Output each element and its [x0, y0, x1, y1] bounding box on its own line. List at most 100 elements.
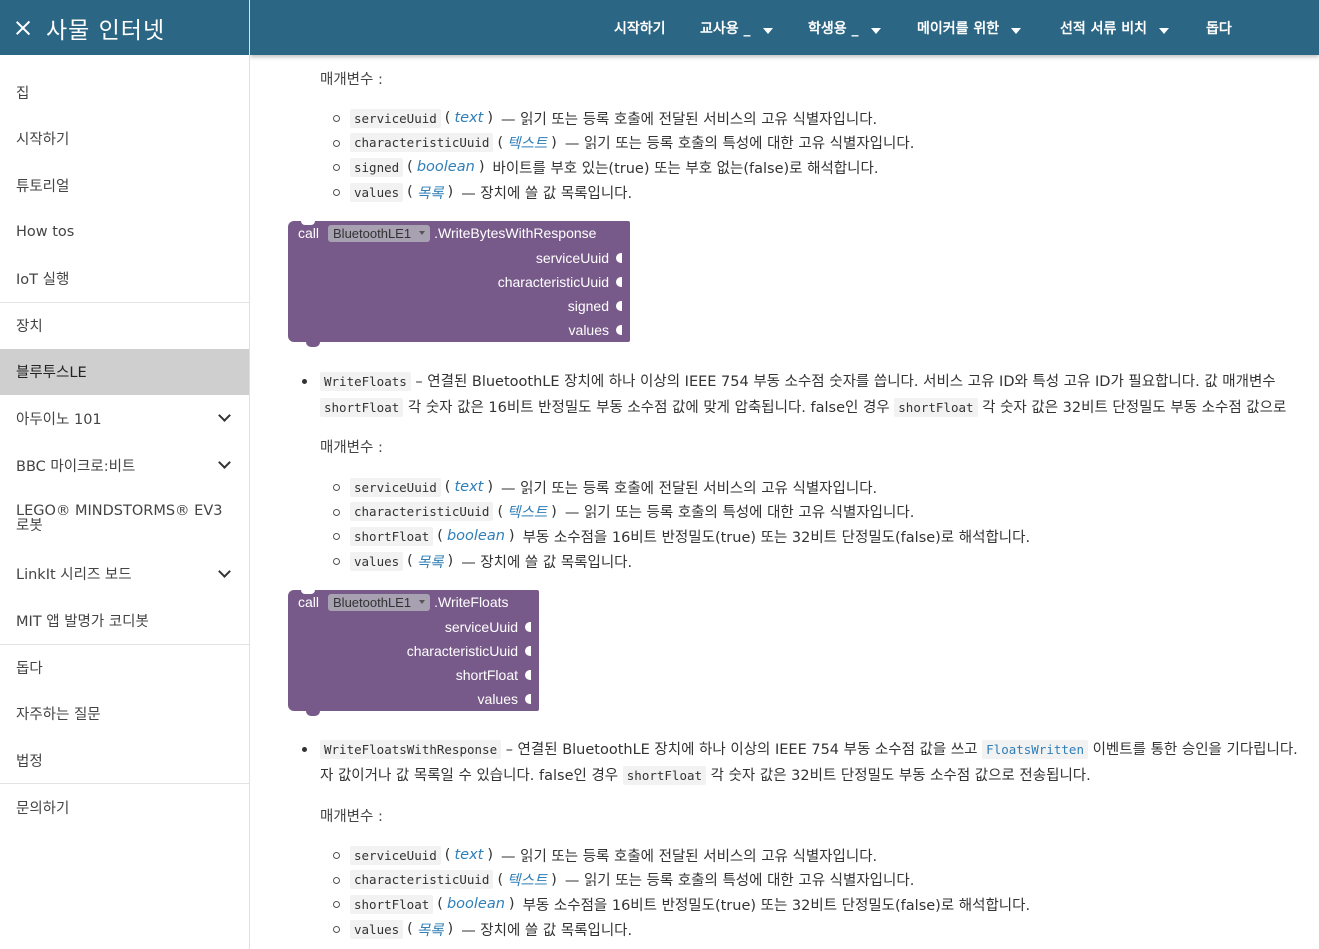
block-socket[interactable]: characteristicUuid: [498, 270, 622, 294]
sidebar-item-faq[interactable]: 자주하는 질문: [0, 690, 249, 737]
param-type-link[interactable]: 목록: [417, 551, 444, 572]
sidebar-item-label: How tos: [16, 224, 75, 241]
event-link[interactable]: FloatsWritten: [982, 740, 1088, 759]
nav-label: 메이커를 위한: [917, 20, 1000, 37]
nav-help[interactable]: 돕다: [1206, 0, 1232, 55]
param-type-link[interactable]: 목록: [417, 182, 444, 203]
method-text: – 연결된 BluetoothLE 장치에 하나 이상의 IEEE 754 부동…: [505, 742, 978, 758]
sidebar-item-legal[interactable]: 법정: [0, 737, 249, 784]
block-call-label: call: [298, 225, 320, 241]
socket-label: characteristicUuid: [406, 643, 518, 659]
sidebar-item-tutorials[interactable]: 튜토리얼: [0, 162, 249, 209]
param-type-link[interactable]: text: [454, 847, 483, 863]
nav-students-dropdown[interactable]: 학생용 _: [808, 0, 881, 55]
block-socket[interactable]: values: [478, 687, 531, 711]
chevron-down-icon[interactable]: [218, 409, 231, 423]
sidebar-item-bluetoothle[interactable]: 블루투스LE: [0, 348, 249, 396]
sidebar-item-microbit[interactable]: BBC 마이크로:비트: [0, 442, 249, 489]
param-item: serviceUuid(text) — 읽기 또는 등록 호출에 전달된 서비스의…: [330, 106, 914, 131]
sidebar-item-ev3[interactable]: LEGO® MINDSTORMS® EV3 로봇: [0, 488, 249, 550]
socket-label: serviceUuid: [444, 619, 518, 635]
chevron-down-icon[interactable]: [218, 456, 231, 469]
chevron-down-icon[interactable]: [218, 564, 231, 578]
block-socket[interactable]: shortFloat: [456, 663, 531, 687]
method-item-write-floats-with-response: WriteFloatsWithResponse – 연결된 BluetoothL…: [300, 737, 1319, 789]
param-item: values(목록) — 장치에 쓸 값 목록입니다.: [330, 180, 914, 205]
sidebar-item-label: LinkIt 시리즈 보드: [16, 567, 132, 584]
params-heading: 매개변수 :: [320, 440, 383, 456]
caret-down-icon: [870, 27, 881, 34]
param-desc: — 읽기 또는 등록 호출에 전달된 서비스의 고유 식별자입니다.: [501, 111, 878, 128]
param-type-link[interactable]: 목록: [417, 919, 444, 940]
component-dropdown[interactable]: BluetoothLE1: [328, 224, 431, 242]
method-code: WriteFloatsWithResponse: [320, 740, 502, 759]
param-type-link[interactable]: boolean: [417, 159, 475, 175]
param-code: values: [350, 182, 404, 202]
param-type-link[interactable]: boolean: [447, 896, 505, 912]
sidebar-item-label: MIT 앱 발명가 코디봇: [16, 613, 149, 630]
param-type-link[interactable]: text: [454, 110, 483, 126]
sidebar-item-iot-in-action[interactable]: IoT 실행: [0, 255, 249, 302]
socket-label: signed: [567, 298, 609, 314]
close-icon[interactable]: [15, 20, 31, 36]
component-dropdown[interactable]: BluetoothLE1: [328, 593, 431, 611]
block-socket[interactable]: serviceUuid: [536, 246, 622, 270]
param-item: shortFloat(boolean) 부동 소수점을 16비트 반정밀도(tru…: [330, 524, 1030, 549]
sidebar-item-codi-bot[interactable]: MIT 앱 발명가 코디봇: [0, 597, 249, 644]
block-method-label: .WriteFloats: [434, 594, 509, 610]
nav-teachers-dropdown[interactable]: 교사용 _: [700, 0, 773, 55]
param-type-link[interactable]: 텍스트: [507, 869, 547, 890]
sidebar-item-linkit[interactable]: LinkIt 시리즈 보드: [0, 550, 249, 597]
socket-notch: [525, 670, 531, 680]
top-nav-bar: 시작하기 교사용 _ 학생용 _ 메이커를 위한 선적 서류 비치 돕다: [250, 0, 1319, 55]
param-code: shortFloat: [350, 894, 434, 914]
param-desc: — 읽기 또는 등록 호출의 특성에 대한 고유 식별자입니다.: [564, 505, 915, 522]
param-desc: 부동 소수점을 16비트 반정밀도(true) 또는 32비트 단정밀도(fal…: [522, 529, 1031, 546]
sidebar-title: 사물 인터넷: [46, 17, 166, 44]
block-socket[interactable]: serviceUuid: [445, 615, 531, 639]
param-code: serviceUuid: [350, 477, 441, 497]
socket-label: characteristicUuid: [497, 274, 609, 290]
param-list: serviceUuid(text) — 읽기 또는 등록 호출에 전달된 서비스의…: [330, 106, 914, 204]
method-code: shortFloat: [320, 398, 404, 417]
param-item: characteristicUuid(텍스트) — 읽기 또는 등록 호출의 특성…: [330, 500, 1030, 525]
sidebar-item-getting-started[interactable]: 시작하기: [0, 116, 249, 163]
param-item: values(목록) — 장치에 쓸 값 목록입니다.: [330, 549, 1030, 574]
param-item: values(목록) — 장치에 쓸 값 목록입니다.: [330, 917, 1030, 942]
sidebar-item-help[interactable]: 돕다: [0, 643, 249, 691]
sidebar-item-devices[interactable]: 장치: [0, 301, 249, 349]
caret-down-icon: [1011, 27, 1022, 34]
socket-notch: [616, 325, 622, 335]
socket-notch: [525, 694, 531, 704]
block-write-floats[interactable]: call BluetoothLE1 .WriteFloats serviceUu…: [288, 589, 539, 716]
sidebar-item-label: 법정: [16, 753, 43, 770]
param-type-link[interactable]: text: [454, 479, 483, 495]
method-line: 자 값이거나 값 목록일 수 있습니다. false인 경우 shortFloa…: [300, 763, 1319, 789]
param-type-link[interactable]: 텍스트: [507, 132, 547, 153]
caret-down-icon: [762, 27, 773, 34]
block-socket[interactable]: characteristicUuid: [407, 639, 531, 663]
block-header: call BluetoothLE1 .WriteFloats: [298, 593, 509, 611]
method-code: shortFloat: [622, 766, 707, 785]
nav-getting-started[interactable]: 시작하기: [614, 0, 666, 55]
param-code: signed: [350, 157, 404, 177]
block-write-bytes-with-response[interactable]: call BluetoothLE1 .WriteBytesWithRespons…: [288, 220, 630, 347]
nav-makers-dropdown[interactable]: 메이커를 위한: [917, 0, 1022, 55]
param-desc: 부동 소수점을 16비트 반정밀도(true) 또는 32비트 단정밀도(fal…: [522, 897, 1031, 914]
nav-docs-dropdown[interactable]: 선적 서류 비치: [1060, 0, 1170, 55]
method-line: WriteFloats – 연결된 BluetoothLE 장치에 하나 이상의…: [300, 369, 1319, 395]
block-socket[interactable]: values: [569, 318, 622, 342]
method-line: shortFloat 각 숫자 값은 16비트 반정밀도 부동 소수점 값에 맞…: [300, 395, 1319, 421]
dropdown-arrow-icon: [419, 600, 426, 604]
nav-label: 선적 서류 비치: [1060, 20, 1148, 37]
sidebar-item-home[interactable]: 집: [0, 69, 249, 116]
param-desc: — 장치에 쓸 값 목록입니다.: [461, 922, 633, 939]
param-type-link[interactable]: boolean: [447, 528, 505, 544]
sidebar-item-arduino-101[interactable]: 아두이노 101: [0, 395, 249, 442]
sidebar-item-contact[interactable]: 문의하기: [0, 783, 249, 830]
sidebar-item-how-tos[interactable]: How tos: [0, 209, 249, 256]
method-text: – 연결된 BluetoothLE 장치에 하나 이상의 IEEE 754 부동…: [415, 374, 1276, 390]
param-type-link[interactable]: 텍스트: [507, 501, 547, 522]
socket-notch: [616, 253, 622, 263]
block-socket[interactable]: signed: [568, 294, 622, 318]
